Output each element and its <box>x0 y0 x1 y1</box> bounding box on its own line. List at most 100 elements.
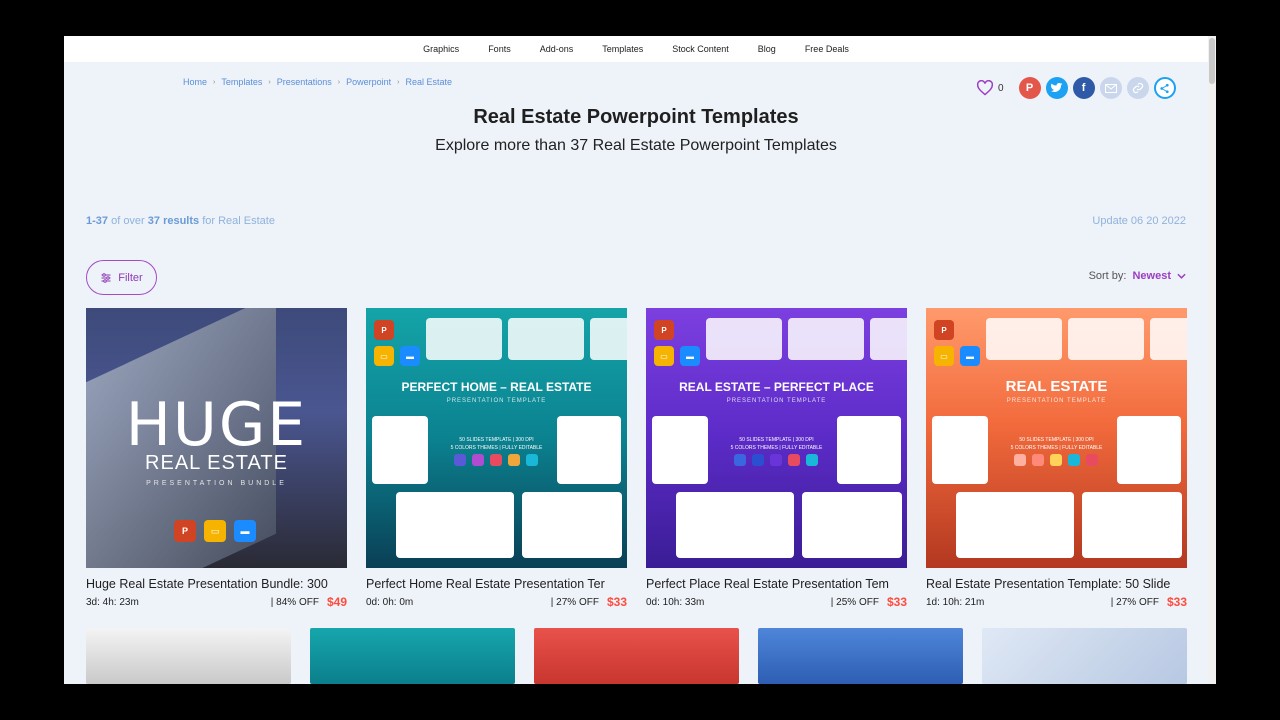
product-card[interactable]: P ▭ ▬ PERFECT HOME – REAL ESTATE PRESENT… <box>366 308 627 609</box>
product-thumbnail[interactable] <box>534 628 739 684</box>
product-grid-row-2 <box>86 628 1187 684</box>
thumbnail-headline: PERFECT HOME – REAL ESTATE <box>401 380 592 394</box>
breadcrumb-separator-icon: › <box>397 78 400 86</box>
social-share-bar: 0 P f <box>976 77 1176 99</box>
thumbnail-features: 50 SLIDES TEMPLATE | 300 DPI 5 COLORS THE… <box>730 437 823 451</box>
app-icons: P ▭ ▬ <box>374 320 420 366</box>
google-slides-icon: ▭ <box>204 520 226 542</box>
top-navigation: Graphics Fonts Add-ons Templates Stock C… <box>64 36 1208 62</box>
app-icons: P ▭ ▬ <box>934 320 980 366</box>
product-card[interactable]: P ▭ ▬ REAL ESTATE – PERFECT PLACE PRESEN… <box>646 308 907 609</box>
breadcrumb-real-estate[interactable]: Real Estate <box>406 77 453 87</box>
deal-timer: 1d: 10h: 21m <box>926 596 985 608</box>
breadcrumb-separator-icon: › <box>268 78 271 86</box>
preview-slides <box>986 318 1187 360</box>
product-title[interactable]: Huge Real Estate Presentation Bundle: 30… <box>86 577 347 591</box>
product-thumbnail[interactable]: HUGE REAL ESTATE PRESENTATION BUNDLE P ▭… <box>86 308 347 568</box>
share-icon[interactable] <box>1153 77 1176 99</box>
chevron-down-icon <box>1177 273 1186 279</box>
sort-label: Sort by: <box>1088 270 1127 282</box>
deal-timer: 0d: 0h: 0m <box>366 596 414 608</box>
product-meta: 0d: 0h: 0m | 27% OFF $33 <box>366 595 627 609</box>
product-card[interactable]: P ▭ ▬ REAL ESTATE PRESENTATION TEMPLATE … <box>926 308 1187 609</box>
link-icon[interactable] <box>1126 77 1149 99</box>
product-meta: 3d: 4h: 23m | 84% OFF $49 <box>86 595 347 609</box>
color-swatches <box>454 454 538 466</box>
discount-label: | 27% OFF <box>550 596 599 608</box>
twitter-icon[interactable] <box>1045 77 1068 99</box>
nav-templates[interactable]: Templates <box>602 44 643 54</box>
thumbnail-features: 50 SLIDES TEMPLATE | 300 DPI 5 COLORS THE… <box>450 437 543 451</box>
breadcrumb-separator-icon: › <box>213 78 216 86</box>
powerpoint-icon: P <box>934 320 954 340</box>
thumbnail-subheadline: REAL ESTATE <box>145 452 288 474</box>
product-thumbnail[interactable] <box>982 628 1187 684</box>
google-slides-icon: ▭ <box>654 346 674 366</box>
product-thumbnail[interactable]: P ▭ ▬ REAL ESTATE PRESENTATION TEMPLATE … <box>926 308 1187 568</box>
sort-value: Newest <box>1132 270 1171 282</box>
filter-label: Filter <box>118 271 143 284</box>
facebook-icon[interactable]: f <box>1072 77 1095 99</box>
discount-label: | 27% OFF <box>1110 596 1159 608</box>
sort-dropdown[interactable]: Sort by: Newest <box>1089 270 1186 282</box>
nav-stock-content[interactable]: Stock Content <box>672 44 729 54</box>
product-grid: HUGE REAL ESTATE PRESENTATION BUNDLE P ▭… <box>86 308 1187 609</box>
app-icons: P ▭ ▬ <box>174 520 256 542</box>
keynote-icon: ▬ <box>680 346 700 366</box>
product-title[interactable]: Perfect Home Real Estate Presentation Te… <box>366 577 627 591</box>
mail-icon[interactable] <box>1099 77 1122 99</box>
breadcrumb-templates[interactable]: Templates <box>221 77 262 87</box>
breadcrumb-powerpoint[interactable]: Powerpoint <box>346 77 391 87</box>
update-date: Update 06 20 2022 <box>1092 215 1186 227</box>
nav-blog[interactable]: Blog <box>758 44 776 54</box>
product-meta: 0d: 10h: 33m | 25% OFF $33 <box>646 595 907 609</box>
powerpoint-icon: P <box>654 320 674 340</box>
favorite-button[interactable]: 0 <box>976 80 1004 96</box>
sliders-icon <box>101 272 111 283</box>
google-slides-icon: ▭ <box>934 346 954 366</box>
google-slides-icon: ▭ <box>374 346 394 366</box>
product-thumbnail[interactable]: P ▭ ▬ PERFECT HOME – REAL ESTATE PRESENT… <box>366 308 627 568</box>
favorite-count: 0 <box>998 82 1004 94</box>
browser-viewport: Graphics Fonts Add-ons Templates Stock C… <box>64 36 1216 684</box>
product-title[interactable]: Real Estate Presentation Template: 50 Sl… <box>926 577 1187 591</box>
results-of-over: of over <box>108 215 148 227</box>
product-thumbnail[interactable] <box>310 628 515 684</box>
thumbnail-headline: REAL ESTATE – PERFECT PLACE <box>679 380 874 394</box>
thumbnail-headline: HUGE <box>125 390 308 460</box>
nav-add-ons[interactable]: Add-ons <box>540 44 574 54</box>
thumbnail-subheadline: PRESENTATION TEMPLATE <box>1006 398 1107 404</box>
filter-button[interactable]: Filter <box>86 260 157 295</box>
results-range: 1-37 <box>86 215 109 227</box>
product-thumbnail[interactable] <box>86 628 291 684</box>
product-thumbnail[interactable] <box>758 628 963 684</box>
nav-free-deals[interactable]: Free Deals <box>805 44 849 54</box>
powerpoint-icon: P <box>374 320 394 340</box>
deal-timer: 0d: 10h: 33m <box>646 596 705 608</box>
keynote-icon: ▬ <box>234 520 256 542</box>
results-summary: 1-37 of over 37 results for Real Estate <box>86 215 275 227</box>
thumbnail-headline: REAL ESTATE <box>1005 378 1108 395</box>
results-for: for Real Estate <box>199 215 275 227</box>
preview-slides <box>706 318 907 360</box>
breadcrumb-home[interactable]: Home <box>183 77 207 87</box>
product-price: $33 <box>606 595 627 609</box>
breadcrumb-presentations[interactable]: Presentations <box>277 77 332 87</box>
pinterest-icon[interactable]: P <box>1018 77 1041 99</box>
heart-icon <box>976 80 994 96</box>
discount-label: | 84% OFF <box>270 596 319 608</box>
page-title: Real Estate Powerpoint Templates <box>473 106 799 128</box>
page-subtitle: Explore more than 37 Real Estate Powerpo… <box>435 137 837 154</box>
product-price: $49 <box>326 595 347 609</box>
breadcrumb-separator-icon: › <box>337 78 341 86</box>
thumbnail-tagline: PRESENTATION BUNDLE <box>146 480 287 487</box>
nav-graphics[interactable]: Graphics <box>423 44 459 54</box>
product-thumbnail[interactable]: P ▭ ▬ REAL ESTATE – PERFECT PLACE PRESEN… <box>646 308 907 568</box>
scrollbar[interactable] <box>1208 36 1216 684</box>
breadcrumb: Home › Templates › Presentations › Power… <box>183 77 452 87</box>
product-card[interactable]: HUGE REAL ESTATE PRESENTATION BUNDLE P ▭… <box>86 308 347 609</box>
keynote-icon: ▬ <box>960 346 980 366</box>
scrollbar-thumb[interactable] <box>1209 38 1215 84</box>
product-title[interactable]: Perfect Place Real Estate Presentation T… <box>646 577 907 591</box>
nav-fonts[interactable]: Fonts <box>488 44 511 54</box>
